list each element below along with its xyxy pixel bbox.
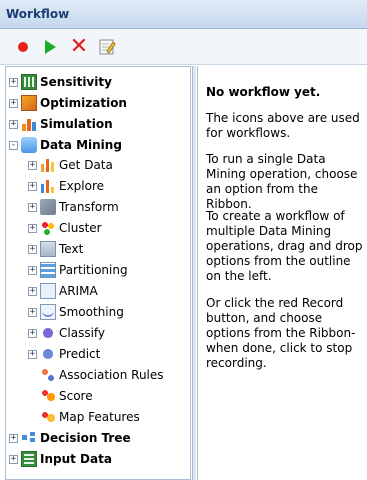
tree-item-decision-tree[interactable]: + Decision Tree bbox=[9, 429, 131, 447]
tree-item-arima[interactable]: + ARIMA bbox=[28, 282, 98, 300]
expand-toggle-icon[interactable]: + bbox=[28, 265, 37, 275]
decision-tree-icon bbox=[21, 430, 37, 446]
predict-icon bbox=[40, 346, 56, 362]
data-mining-icon bbox=[21, 137, 37, 153]
tree-item-label: Explore bbox=[59, 179, 105, 193]
expand-toggle-icon[interactable]: + bbox=[9, 77, 18, 87]
expand-toggle-icon[interactable]: + bbox=[28, 307, 37, 317]
tree-item-optimization[interactable]: + Optimization bbox=[9, 94, 127, 112]
cluster-icon bbox=[40, 220, 56, 236]
get-data-icon bbox=[40, 157, 56, 173]
record-button[interactable] bbox=[12, 36, 34, 58]
collapse-toggle-icon[interactable]: - bbox=[9, 140, 18, 150]
tree-item-label: Simulation bbox=[40, 117, 113, 131]
tree-item-label: Transform bbox=[59, 200, 119, 214]
tree-item-simulation[interactable]: + Simulation bbox=[9, 115, 113, 133]
play-icon bbox=[44, 40, 56, 54]
tree-item-label: ARIMA bbox=[59, 284, 98, 298]
expand-toggle-icon[interactable]: + bbox=[28, 181, 37, 191]
edit-button[interactable] bbox=[96, 36, 118, 58]
tree-item-label: Decision Tree bbox=[40, 431, 131, 445]
tree-item-label: Score bbox=[59, 389, 93, 403]
tree-item-predict[interactable]: + Predict bbox=[28, 345, 100, 363]
smoothing-icon bbox=[40, 304, 56, 320]
expand-toggle-icon[interactable]: + bbox=[28, 202, 37, 212]
text-icon bbox=[40, 241, 56, 257]
tree-item-label: Input Data bbox=[40, 452, 112, 466]
delete-x-icon: ✕ bbox=[69, 34, 89, 59]
workflow-description-panel: No workflow yet. The icons above are use… bbox=[197, 66, 367, 480]
expand-toggle-icon[interactable]: + bbox=[28, 244, 37, 254]
empty-state-title: No workflow yet. bbox=[206, 85, 321, 99]
expand-toggle-icon[interactable]: + bbox=[28, 349, 37, 359]
expand-toggle-icon[interactable]: + bbox=[28, 160, 37, 170]
tree-item-score[interactable]: Score bbox=[40, 387, 93, 405]
expand-toggle-icon[interactable]: + bbox=[28, 223, 37, 233]
map-features-icon bbox=[40, 409, 56, 425]
tree-item-label: Text bbox=[59, 242, 84, 256]
tree-item-label: Sensitivity bbox=[40, 75, 112, 89]
tree-item-label: Partitioning bbox=[59, 263, 128, 277]
help-text: Or click the red Record button, and choo… bbox=[206, 296, 356, 370]
tree-item-transform[interactable]: + Transform bbox=[28, 198, 119, 216]
transform-icon bbox=[40, 199, 56, 215]
tree-item-label: Get Data bbox=[59, 158, 113, 172]
classify-icon bbox=[40, 325, 56, 341]
sensitivity-icon bbox=[21, 74, 37, 90]
association-rules-icon bbox=[40, 367, 56, 383]
score-icon bbox=[40, 388, 56, 404]
tree-item-sensitivity[interactable]: + Sensitivity bbox=[9, 73, 112, 91]
tree-item-text[interactable]: + Text bbox=[28, 240, 83, 258]
tree-item-label: Predict bbox=[59, 347, 101, 361]
help-text: To create a workflow of multiple Data Mi… bbox=[206, 209, 363, 283]
partitioning-icon bbox=[40, 262, 56, 278]
expand-toggle-icon[interactable]: + bbox=[28, 286, 37, 296]
tree-item-label: Smoothing bbox=[59, 305, 124, 319]
tree-item-label: Map Features bbox=[59, 410, 140, 424]
tree-item-classify[interactable]: + Classify bbox=[28, 324, 105, 342]
input-data-icon bbox=[21, 451, 37, 467]
clear-button[interactable]: ✕ bbox=[68, 36, 90, 58]
edit-pencil-icon bbox=[99, 39, 116, 55]
simulation-icon bbox=[21, 116, 37, 132]
tree-item-explore[interactable]: + Explore bbox=[28, 177, 104, 195]
tree-item-input-data[interactable]: + Input Data bbox=[9, 450, 112, 468]
workflow-toolbar: ✕ bbox=[0, 29, 367, 65]
record-icon bbox=[18, 42, 28, 52]
tree-item-partitioning[interactable]: + Partitioning bbox=[28, 261, 128, 279]
optimization-icon bbox=[21, 95, 37, 111]
expand-toggle-icon[interactable]: + bbox=[28, 328, 37, 338]
tree-item-label: Cluster bbox=[59, 221, 102, 235]
workflow-header: Workflow bbox=[0, 0, 367, 29]
expand-toggle-icon[interactable]: + bbox=[9, 433, 18, 443]
tree-item-label: Classify bbox=[59, 326, 106, 340]
tree-item-get-data[interactable]: + Get Data bbox=[28, 156, 113, 174]
expand-toggle-icon[interactable]: + bbox=[9, 98, 18, 108]
workflow-tree: + Sensitivity + Optimization + Simulatio… bbox=[5, 66, 191, 480]
tree-item-smoothing[interactable]: + Smoothing bbox=[28, 303, 124, 321]
tree-item-cluster[interactable]: + Cluster bbox=[28, 219, 102, 237]
help-text: The icons above are used for workflows. bbox=[206, 111, 360, 140]
expand-toggle-icon[interactable]: + bbox=[9, 454, 18, 464]
panel-title: Workflow bbox=[6, 7, 70, 21]
tree-item-label: Optimization bbox=[40, 96, 127, 110]
run-button[interactable] bbox=[39, 36, 61, 58]
tree-item-label: Association Rules bbox=[59, 368, 164, 382]
tree-item-label: Data Mining bbox=[40, 138, 122, 152]
expand-toggle-icon[interactable]: + bbox=[9, 119, 18, 129]
tree-item-map-features[interactable]: Map Features bbox=[40, 408, 140, 426]
tree-item-association-rules[interactable]: Association Rules bbox=[40, 366, 164, 384]
explore-icon bbox=[40, 178, 56, 194]
tree-item-data-mining[interactable]: - Data Mining bbox=[9, 136, 122, 154]
panel-splitter[interactable] bbox=[192, 66, 196, 480]
help-text: To run a single Data Mining operation, c… bbox=[206, 152, 358, 211]
arima-icon bbox=[40, 283, 56, 299]
